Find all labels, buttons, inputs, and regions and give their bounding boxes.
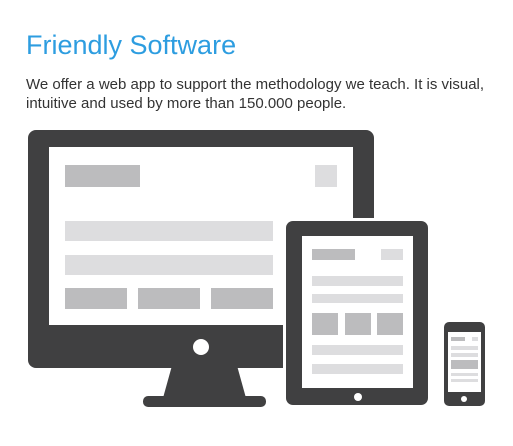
- responsive-devices-illustration: [28, 130, 488, 409]
- smartphone-icon: [441, 319, 488, 409]
- tablet-icon: [283, 218, 431, 408]
